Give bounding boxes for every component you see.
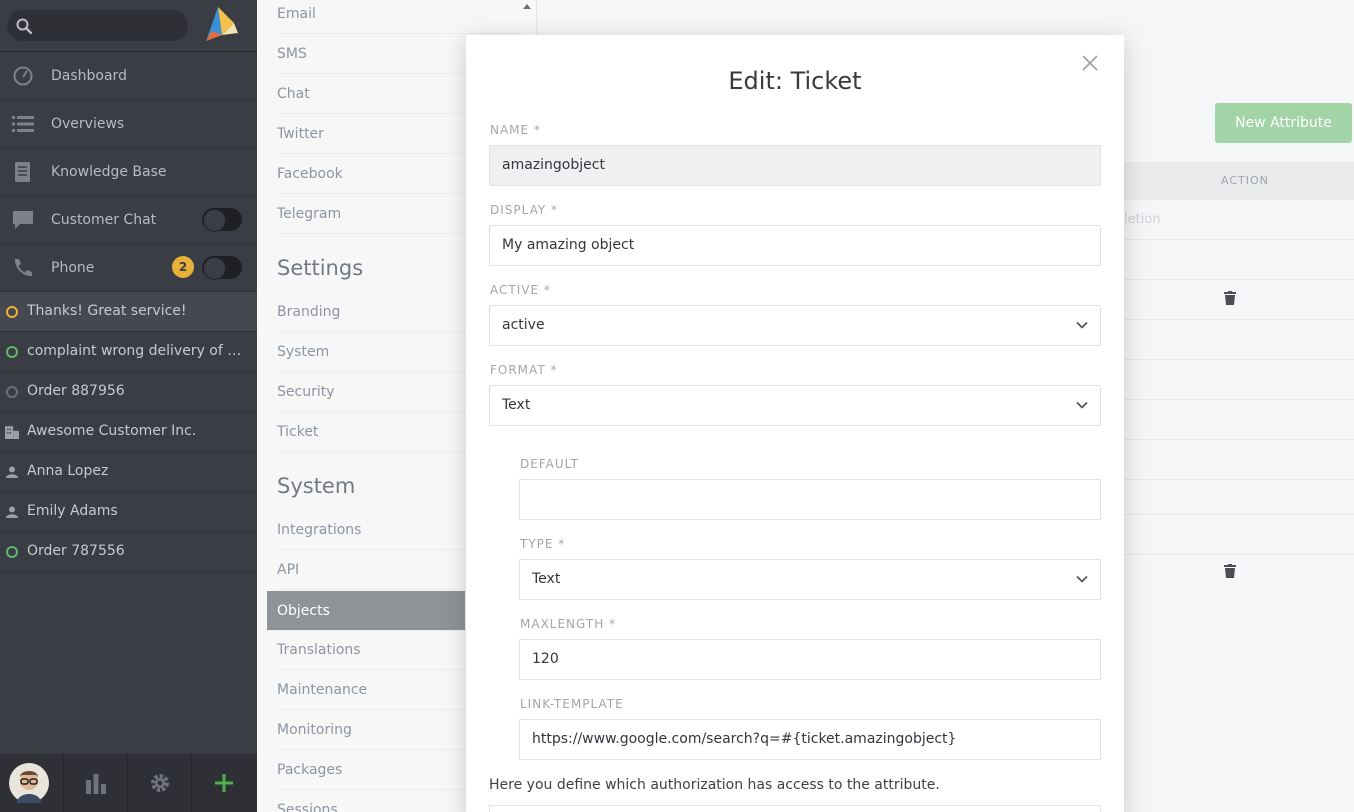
task-item[interactable]: Order 787556 (0, 532, 257, 572)
list-icon (12, 116, 34, 132)
nav-customer-chat[interactable]: Customer Chat (0, 196, 257, 244)
nav-bottom-bar (0, 754, 257, 812)
phone-icon (14, 259, 32, 277)
task-item-label: Order 787556 (27, 543, 125, 559)
maxlength-field[interactable]: 120 (519, 639, 1101, 680)
chevron-down-icon (1076, 575, 1088, 583)
ticket-closed-icon (6, 386, 18, 398)
table-row (1124, 240, 1354, 280)
active-label: ACTIVE * (490, 283, 551, 297)
active-select-value: active (502, 317, 545, 333)
trash-icon[interactable] (1224, 291, 1236, 305)
task-item[interactable]: Thanks! Great service! (0, 292, 257, 332)
task-item-label: Thanks! Great service! (27, 303, 187, 319)
settings-button[interactable] (128, 754, 192, 812)
system-heading: System (277, 474, 356, 498)
type-select-value: Text (532, 571, 561, 587)
settings-item-email[interactable]: Email (277, 0, 522, 34)
display-field[interactable]: My amazing object (489, 225, 1101, 266)
search-icon (16, 18, 32, 34)
settings-heading: Settings (277, 256, 364, 280)
format-select[interactable]: Text (489, 385, 1101, 426)
nav-phone[interactable]: Phone 2 (0, 244, 257, 292)
table-row (1124, 200, 1354, 240)
nav-knowledge-base-label: Knowledge Base (51, 164, 167, 180)
type-select[interactable]: Text (519, 559, 1101, 600)
avatar-image (9, 763, 49, 803)
bar-chart-icon (86, 774, 106, 794)
main-navigation: Dashboard Overviews Knowledge Base Custo… (0, 0, 257, 812)
gear-icon (151, 774, 169, 792)
default-label: DEFAULT (520, 457, 579, 471)
table-row (1124, 440, 1354, 480)
table-row (1124, 360, 1354, 400)
user-icon (6, 506, 18, 518)
task-item[interactable]: complaint wrong delivery of ord... (0, 332, 257, 372)
dashboard-icon (13, 66, 33, 86)
table-row (1124, 515, 1354, 555)
new-attribute-button[interactable]: New Attribute (1215, 103, 1352, 143)
nav-overviews[interactable]: Overviews (0, 100, 257, 148)
ticket-open-icon (6, 546, 18, 558)
type-label: TYPE * (520, 537, 566, 551)
ticket-open-icon (6, 306, 18, 318)
format-select-value: Text (502, 397, 531, 413)
name-field[interactable]: amazingobject (489, 145, 1101, 186)
task-item[interactable]: Emily Adams (0, 492, 257, 532)
task-item-label: Awesome Customer Inc. (27, 423, 197, 439)
active-select[interactable]: active (489, 305, 1101, 346)
ticket-open-icon (6, 346, 18, 358)
maxlength-label: MAXLENGTH * (520, 617, 617, 631)
phone-count-badge: 2 (172, 256, 194, 278)
organization-icon (5, 426, 19, 439)
table-row (1124, 280, 1354, 320)
task-item-label: Anna Lopez (27, 463, 109, 479)
format-label: FORMAT * (490, 363, 558, 377)
settings-item-objects[interactable]: Objects (267, 591, 465, 631)
table-row (1124, 400, 1354, 440)
chevron-down-icon (1076, 321, 1088, 329)
chevron-down-icon (1076, 401, 1088, 409)
phone-toggle[interactable] (202, 256, 242, 280)
display-label: DISPLAY * (490, 203, 559, 217)
avatar[interactable] (0, 754, 64, 812)
new-item-button[interactable] (192, 754, 256, 812)
table-row (1124, 320, 1354, 360)
default-field[interactable] (519, 479, 1101, 520)
nav-dashboard-label: Dashboard (51, 68, 127, 84)
app-logo[interactable] (198, 5, 238, 45)
nav-overviews-label: Overviews (51, 116, 125, 132)
table-row (1124, 475, 1354, 515)
authorization-table (489, 805, 1101, 812)
link-template-label: LINK-TEMPLATE (520, 697, 624, 711)
reporting-button[interactable] (64, 754, 128, 812)
link-template-field[interactable]: https://www.google.com/search?q=#{ticket… (519, 719, 1101, 760)
edit-ticket-modal: Edit: Ticket NAME * amazingobject DISPLA… (466, 35, 1124, 812)
nav-phone-label: Phone (51, 260, 95, 276)
chat-icon (13, 211, 33, 229)
table-header: ACTION (1124, 162, 1354, 200)
nav-knowledge-base[interactable]: Knowledge Base (0, 148, 257, 196)
plus-icon (215, 774, 233, 792)
action-column-header: ACTION (1221, 174, 1269, 187)
nav-dashboard[interactable]: Dashboard (0, 52, 257, 100)
name-label: NAME * (490, 123, 541, 137)
book-icon (15, 162, 30, 182)
modal-title: Edit: Ticket (728, 67, 862, 95)
task-item-label: complaint wrong delivery of ord... (27, 343, 247, 359)
customer-chat-toggle[interactable] (202, 208, 242, 232)
search-row (0, 0, 257, 52)
task-item[interactable]: Awesome Customer Inc. (0, 412, 257, 452)
search-input[interactable] (7, 10, 188, 41)
authorization-note: Here you define which authorization has … (489, 777, 940, 793)
task-item-label: Emily Adams (27, 503, 118, 519)
task-item[interactable]: Order 887956 (0, 372, 257, 412)
trash-icon[interactable] (1224, 564, 1236, 578)
scroll-up-arrow-icon[interactable] (522, 3, 532, 11)
task-item-label: Order 887956 (27, 383, 125, 399)
user-icon (6, 466, 18, 478)
task-item[interactable]: Anna Lopez (0, 452, 257, 492)
nav-customer-chat-label: Customer Chat (51, 212, 157, 228)
